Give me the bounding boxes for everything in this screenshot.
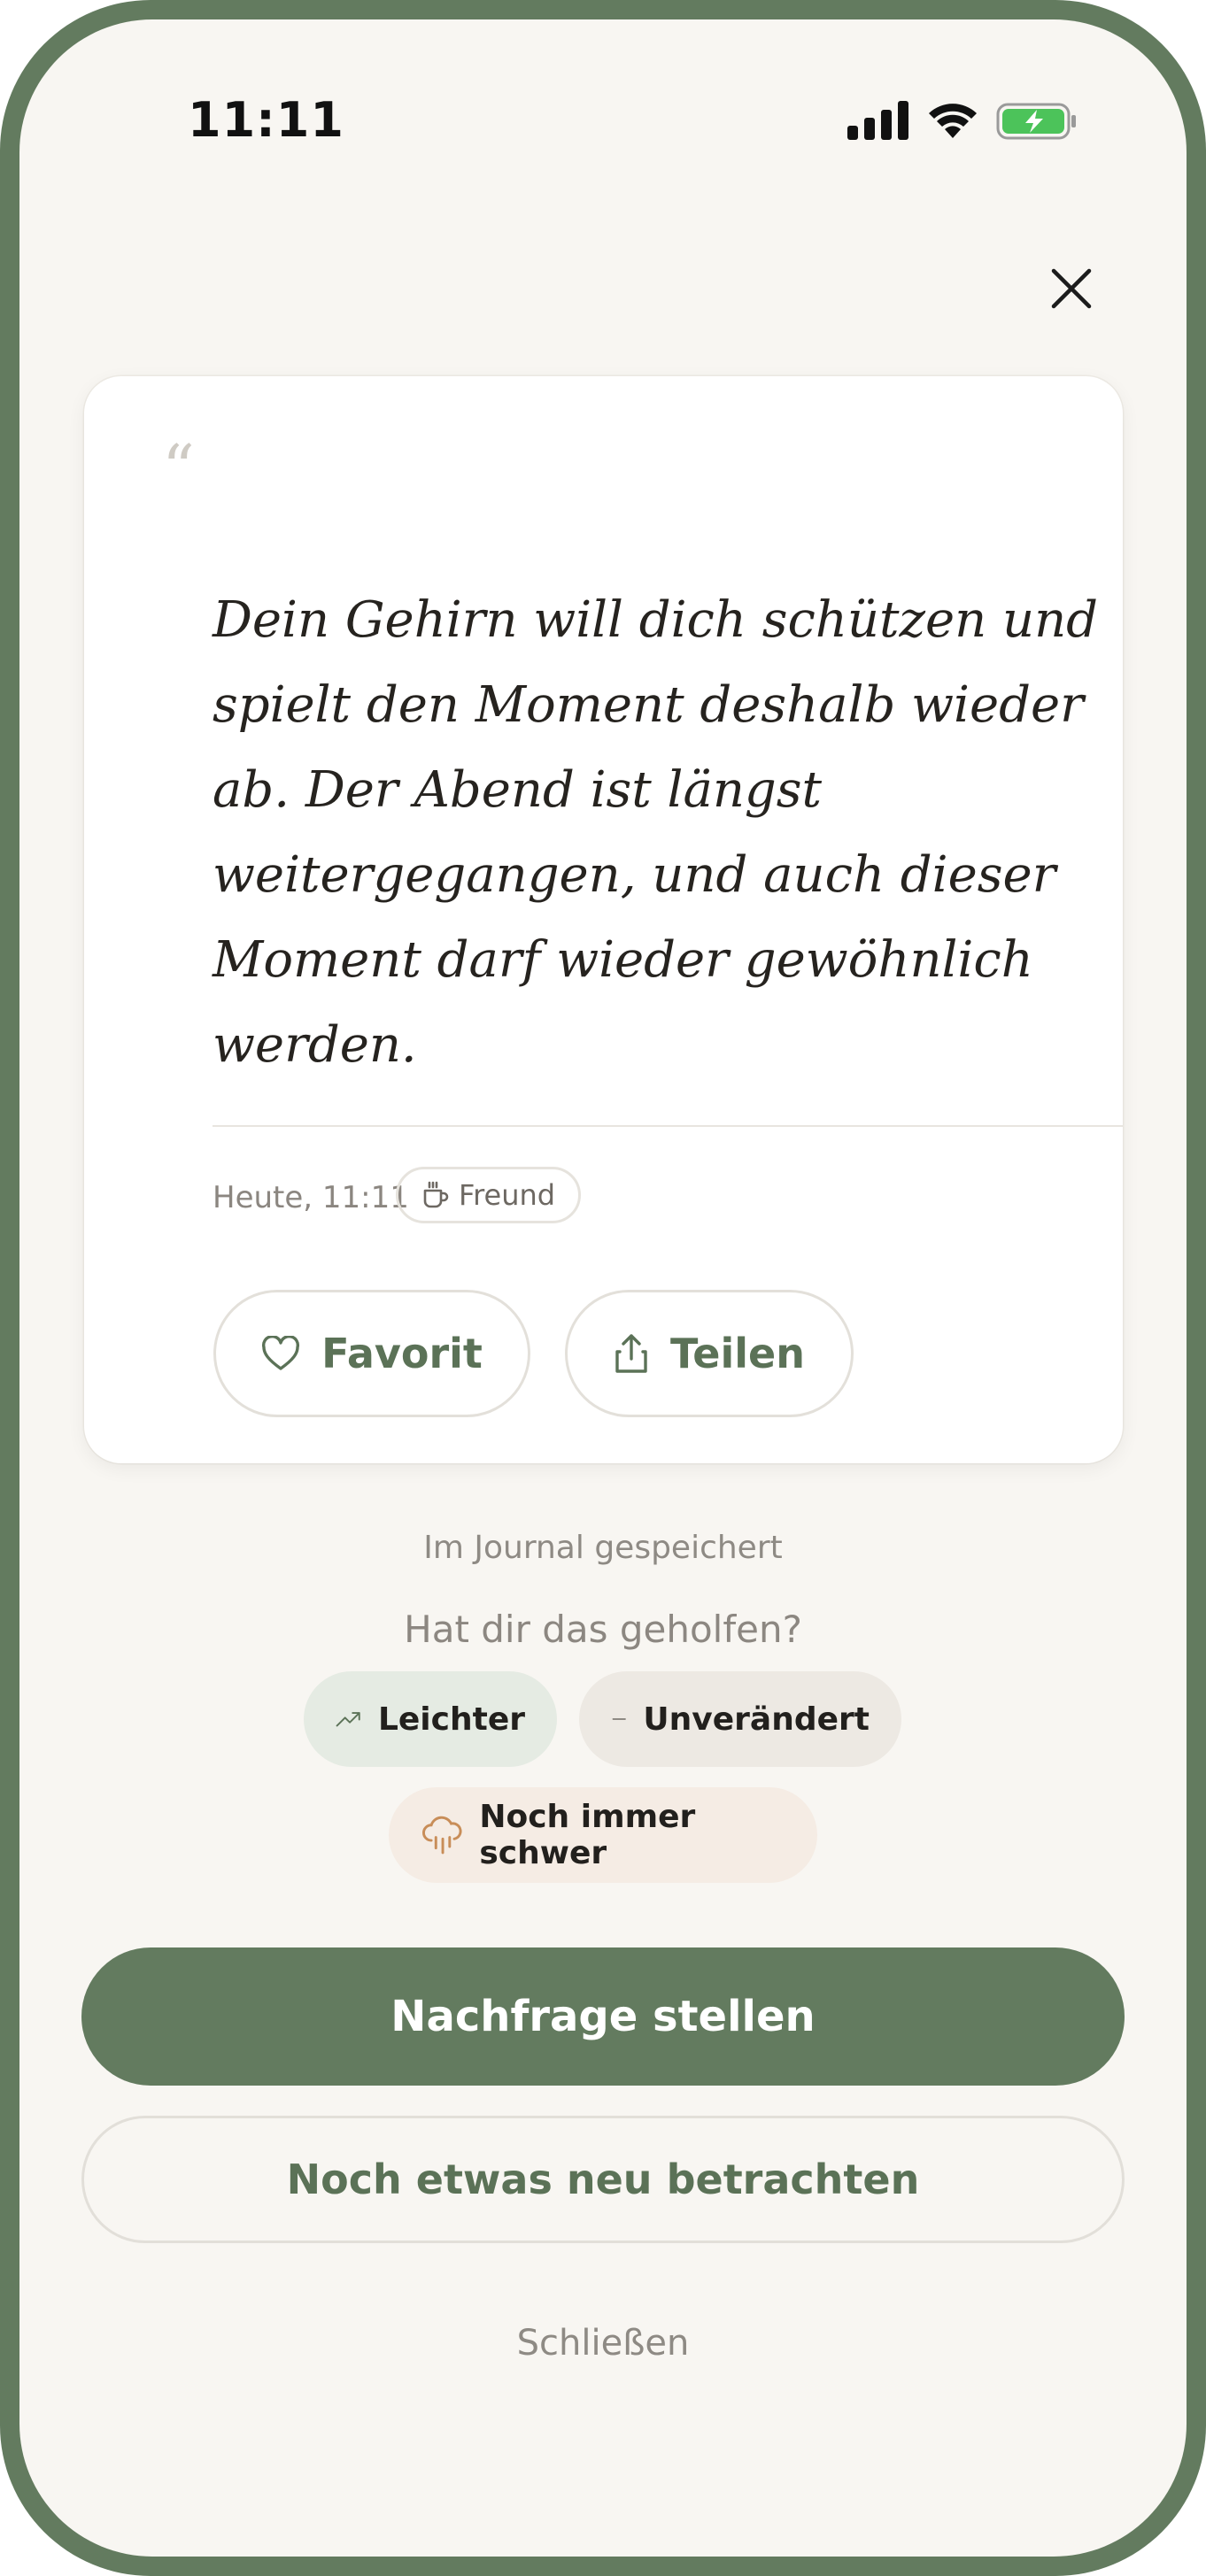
close-link[interactable]: Schließen (19, 2323, 1187, 2364)
quote-text: Dein Gehirn will dich schützen und spiel… (213, 591, 1098, 1074)
feedback-option-label: Leichter (377, 1701, 525, 1738)
share-icon (615, 1334, 647, 1373)
share-label: Teilen (670, 1330, 805, 1377)
rain-cloud-icon (421, 1816, 462, 1855)
quote-card: “ Dein Gehirn will dich schützen und spi… (84, 376, 1123, 1463)
context-tag-label: Freund (459, 1178, 556, 1212)
feedback-option-unchanged[interactable]: Unverändert (579, 1671, 901, 1767)
context-tag: Freund (396, 1167, 582, 1223)
status-time: 11:11 (188, 92, 344, 148)
saved-status: Im Journal gespeichert (423, 1530, 783, 1566)
minus-icon (612, 1718, 626, 1720)
feedback-option-label: Unverändert (643, 1701, 870, 1738)
heart-icon (262, 1336, 300, 1370)
favorite-label: Favorit (321, 1330, 483, 1377)
signal-icon (847, 101, 908, 140)
quote-date: Heute, 11:11 (213, 1180, 409, 1215)
close-button[interactable] (1036, 253, 1107, 324)
cup-icon (423, 1181, 449, 1208)
screen: 11:11 “ Dein Gehirn will dich schützen u… (19, 19, 1187, 2557)
share-button[interactable]: Teilen (565, 1290, 854, 1417)
feedback-option-label: Noch immer schwer (479, 1799, 696, 1871)
feedback-option-still-heavy[interactable]: Noch immer schwer (389, 1787, 817, 1883)
card-divider (213, 1125, 1123, 1127)
battery-icon (996, 103, 1076, 140)
trending-up-icon (336, 1712, 360, 1727)
device-frame: 11:11 “ Dein Gehirn will dich schützen u… (0, 0, 1206, 2576)
feedback-option-lighter[interactable]: Leichter (304, 1671, 557, 1767)
reconsider-button[interactable]: Noch etwas neu betrachten (81, 2116, 1125, 2243)
wifi-icon (929, 104, 977, 138)
quote-mark-icon: “ (162, 431, 195, 505)
close-icon (1051, 268, 1092, 309)
ask-followup-button[interactable]: Nachfrage stellen (81, 1947, 1125, 2086)
feedback-question: Hat dir das geholfen? (404, 1608, 802, 1651)
favorite-button[interactable]: Favorit (213, 1290, 530, 1417)
